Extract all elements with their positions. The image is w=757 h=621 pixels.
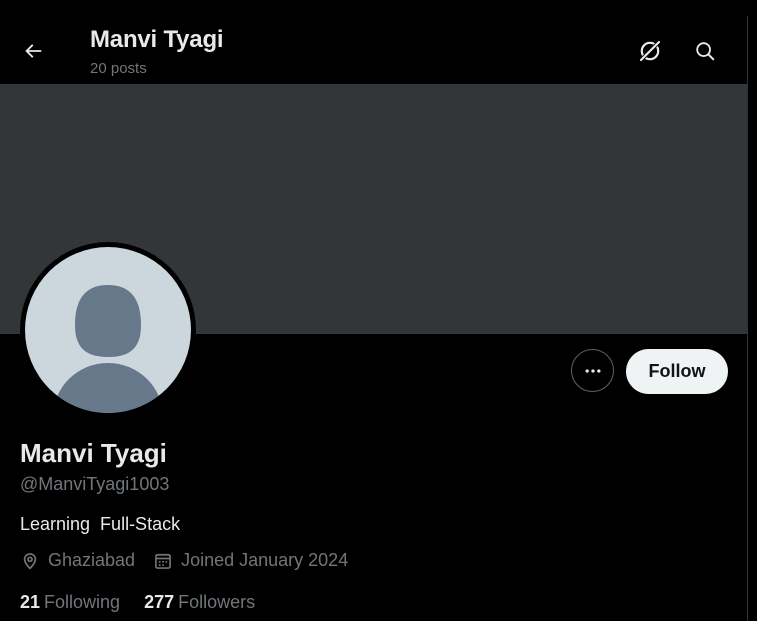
- top-bar: Manvi Tyagi 20 posts: [0, 0, 747, 84]
- avatar[interactable]: [20, 242, 196, 418]
- profile-bio: Learning Full-Stack: [20, 514, 180, 535]
- back-button[interactable]: [14, 32, 52, 70]
- more-options-button[interactable]: [571, 349, 614, 392]
- location-pin-icon: [23, 552, 37, 569]
- followers-label: Followers: [178, 592, 256, 612]
- arrow-left-icon: [25, 44, 42, 58]
- default-avatar-image: [25, 247, 191, 413]
- location-text: Ghaziabad: [48, 550, 136, 570]
- follow-button[interactable]: Follow: [626, 349, 728, 394]
- calendar-icon: [155, 553, 171, 569]
- followers-count: 277: [144, 592, 175, 612]
- followers-link[interactable]: 277 Followers: [144, 592, 255, 613]
- following-label: Following: [44, 592, 121, 612]
- more-horizontal-icon: [585, 368, 600, 373]
- search-icon: [696, 42, 715, 61]
- follow-stats: 21 Following 277 Followers: [20, 592, 279, 613]
- joined-item: Joined January 2024: [153, 550, 348, 571]
- profile-meta: Ghaziabad Joined January 2024: [20, 550, 366, 571]
- grok-button[interactable]: [631, 32, 669, 70]
- post-count: 20 posts: [90, 60, 147, 77]
- location-item: Ghaziabad: [20, 550, 135, 571]
- following-link[interactable]: 21 Following: [20, 592, 120, 613]
- profile-bio-text: Learning Full-Stack: [20, 514, 181, 534]
- user-silhouette-icon: [53, 285, 163, 413]
- header-title: Manvi Tyagi: [90, 26, 224, 53]
- profile-handle: @ManviTyagi1003: [20, 474, 170, 494]
- profile-name: Manvi Tyagi: [20, 438, 167, 468]
- search-button[interactable]: [686, 32, 724, 70]
- following-count: 21: [20, 592, 41, 612]
- column-divider: [747, 16, 748, 621]
- grok-icon: [639, 40, 661, 62]
- joined-text: Joined January 2024: [181, 550, 349, 570]
